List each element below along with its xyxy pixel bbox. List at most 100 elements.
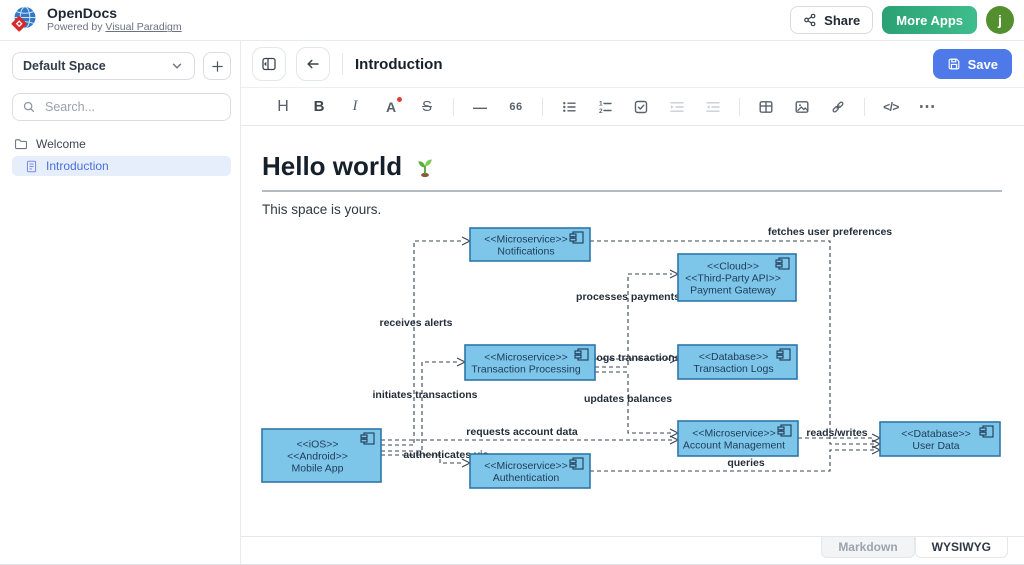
save-icon (947, 57, 961, 71)
app-logo-icon (9, 5, 39, 35)
toggle-sidebar-button[interactable] (252, 47, 286, 81)
edge-label-initiates-transactions: initiates transactions (372, 389, 477, 401)
link-button[interactable] (825, 94, 851, 120)
intro-paragraph: This space is yours. (262, 202, 1002, 217)
diagram-node-transaction-logs: <<Database>>Transaction Logs (678, 345, 797, 379)
color-dot (397, 97, 402, 102)
edge-label-processes-payments: processes payments (576, 291, 680, 303)
edge-label-queries: queries (727, 457, 765, 469)
svg-text:<<Microservice>>: <<Microservice>> (692, 427, 775, 439)
search-input[interactable] (43, 99, 221, 115)
link-icon (830, 99, 846, 115)
svg-text:<<Third-Party API>>: <<Third-Party API>> (685, 272, 781, 284)
document-icon (25, 160, 38, 173)
svg-text:<<Database>>: <<Database>> (901, 428, 970, 440)
panel-toggle-icon (261, 56, 277, 72)
edge-label-updates-balances: updates balances (584, 393, 672, 405)
avatar[interactable]: j (986, 6, 1014, 34)
blockquote-button[interactable]: 66 (503, 94, 529, 120)
code-button[interactable]: </> (878, 94, 904, 120)
strikethrough-button[interactable]: S (414, 94, 440, 120)
divider (342, 53, 343, 75)
more-tools-button[interactable]: ⋯ (914, 94, 940, 120)
app-name: OpenDocs (47, 6, 182, 21)
svg-text:Authentication: Authentication (493, 472, 560, 484)
share-icon (803, 13, 817, 27)
visual-paradigm-link[interactable]: Visual Paradigm (105, 21, 181, 33)
svg-text:Transaction Logs: Transaction Logs (693, 363, 773, 375)
diagram-node-account-management: <<Microservice>>Account Management (678, 421, 798, 456)
tree-item-introduction[interactable]: Introduction (12, 156, 231, 176)
folder-icon (14, 137, 28, 151)
svg-text:<<Microservice>>: <<Microservice>> (484, 351, 567, 363)
bold-button[interactable]: B (306, 94, 332, 120)
task-list-button[interactable] (628, 94, 654, 120)
share-button[interactable]: Share (790, 6, 873, 34)
architecture-diagram: receives alerts initiates transactions req… (250, 219, 1010, 504)
svg-text:Mobile App: Mobile App (292, 462, 344, 474)
svg-text:Payment Gateway: Payment Gateway (690, 284, 777, 296)
diagram-node-transaction-processing: <<Microservice>>Transaction Processing (465, 345, 595, 380)
page-title: Introduction (355, 56, 442, 73)
svg-text:<<Android>>: <<Android>> (287, 450, 348, 462)
svg-text:<<Cloud>>: <<Cloud>> (707, 260, 759, 272)
svg-text:<<Microservice>>: <<Microservice>> (484, 233, 567, 245)
heading-button[interactable]: H (270, 94, 296, 120)
tree-item-welcome[interactable]: Welcome (0, 134, 240, 154)
brand: OpenDocs Powered by Visual Paradigm (9, 5, 182, 35)
diagram-node-authentication: <<Microservice>>Authentication (470, 454, 590, 488)
chevron-down-icon (170, 59, 184, 73)
search-icon (22, 100, 36, 114)
sidebar: Default Space (0, 41, 241, 564)
numbered-list-icon: 12 (597, 99, 613, 115)
editor-panel: Introduction Save H B I A S — 66 (241, 41, 1024, 564)
arrowhead-initiates-transactions (457, 358, 465, 366)
svg-text:<<iOS>>: <<iOS>> (296, 438, 338, 450)
back-arrow-icon (305, 56, 321, 72)
svg-text:Transaction Processing: Transaction Processing (471, 363, 580, 375)
top-bar: OpenDocs Powered by Visual Paradigm Shar… (0, 0, 1024, 41)
image-button[interactable] (789, 94, 815, 120)
bullet-list-button[interactable] (556, 94, 582, 120)
task-list-icon (633, 99, 649, 115)
table-button[interactable] (753, 94, 779, 120)
diagram-node-mobile-app: <<iOS>><<Android>>Mobile App (262, 429, 381, 482)
formatting-toolbar: H B I A S — 66 12 (241, 88, 1024, 126)
more-apps-button[interactable]: More Apps (882, 6, 977, 34)
back-button[interactable] (296, 47, 330, 81)
edge-label-requests-account-data: requests account data (466, 426, 578, 438)
save-button[interactable]: Save (933, 49, 1012, 79)
opendocs-app: OpenDocs Powered by Visual Paradigm Shar… (0, 0, 1024, 565)
indent-button[interactable] (664, 94, 690, 120)
edge-label-reads-writes: reads/writes (806, 427, 867, 439)
editor-footer: Markdown WYSIWYG (241, 536, 1024, 564)
edge-label-receives-alerts: receives alerts (380, 317, 453, 329)
toolbar-separator (453, 98, 454, 116)
diagram-node-user-data: <<Database>>User Data (880, 422, 1000, 456)
seedling-emoji-icon (412, 153, 438, 179)
indent-icon (669, 99, 685, 115)
document-content[interactable]: Hello world This space is yours. receive… (241, 126, 1024, 536)
bullet-list-icon (561, 99, 577, 115)
outdent-button[interactable] (700, 94, 726, 120)
tab-wysiwyg[interactable]: WYSIWYG (915, 537, 1008, 558)
outdent-icon (705, 99, 721, 115)
edge-label-fetches-user-preferences: fetches user preferences (768, 226, 892, 238)
add-space-button[interactable] (203, 52, 231, 80)
diagram-node-payment-gateway: <<Cloud>><<Third-Party API>>Payment Gate… (678, 254, 796, 301)
arrowhead-reads-writes (872, 434, 880, 442)
tab-markdown[interactable]: Markdown (821, 537, 914, 558)
svg-text:2: 2 (599, 107, 603, 114)
horizontal-rule-button[interactable]: — (467, 94, 493, 120)
text-color-button[interactable]: A (378, 94, 404, 120)
edge-initiates-transactions (381, 362, 459, 451)
document-heading: Hello world (262, 149, 1002, 183)
search-box[interactable] (12, 93, 231, 121)
svg-text:Account Management: Account Management (683, 439, 785, 451)
image-icon (794, 99, 810, 115)
italic-button[interactable]: I (342, 94, 368, 120)
svg-text:<<Microservice>>: <<Microservice>> (484, 460, 567, 472)
numbered-list-button[interactable]: 12 (592, 94, 618, 120)
svg-text:User Data: User Data (912, 440, 959, 452)
space-selector[interactable]: Default Space (12, 52, 195, 80)
